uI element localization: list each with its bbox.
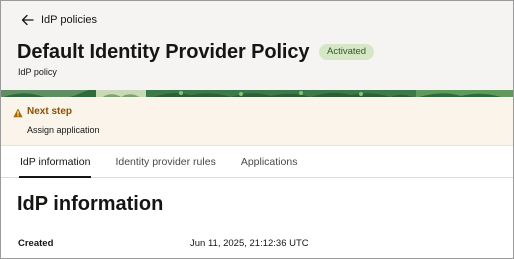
section-title: IdP information: [17, 193, 164, 215]
tab-identity-provider-rules[interactable]: Identity provider rules: [106, 147, 224, 177]
page-title: Default Identity Provider Policy: [17, 41, 310, 63]
page-header: IdP policies Default Identity Provider P…: [1, 1, 513, 97]
next-step-banner: Next step Assign application: [1, 98, 513, 146]
page-frame: IdP policies Default Identity Provider P…: [0, 0, 514, 259]
tab-idp-information[interactable]: IdP information: [11, 147, 99, 178]
header-decorative-pattern: [1, 90, 513, 97]
arrow-left-icon: [21, 14, 34, 26]
page-subtitle: IdP policy: [18, 67, 57, 77]
tab-bar: IdP information Identity provider rules …: [1, 147, 513, 178]
created-label: Created: [18, 238, 54, 249]
banner-title: Next step: [27, 106, 73, 117]
back-link[interactable]: IdP policies: [21, 11, 97, 29]
created-value: Jun 11, 2025, 21:12:36 UTC: [190, 238, 309, 249]
warning-icon: [13, 108, 23, 118]
back-link-label: IdP policies: [41, 14, 98, 26]
banner-text: Assign application: [27, 125, 100, 135]
tab-applications[interactable]: Applications: [232, 147, 307, 177]
status-badge: Activated: [319, 44, 375, 60]
